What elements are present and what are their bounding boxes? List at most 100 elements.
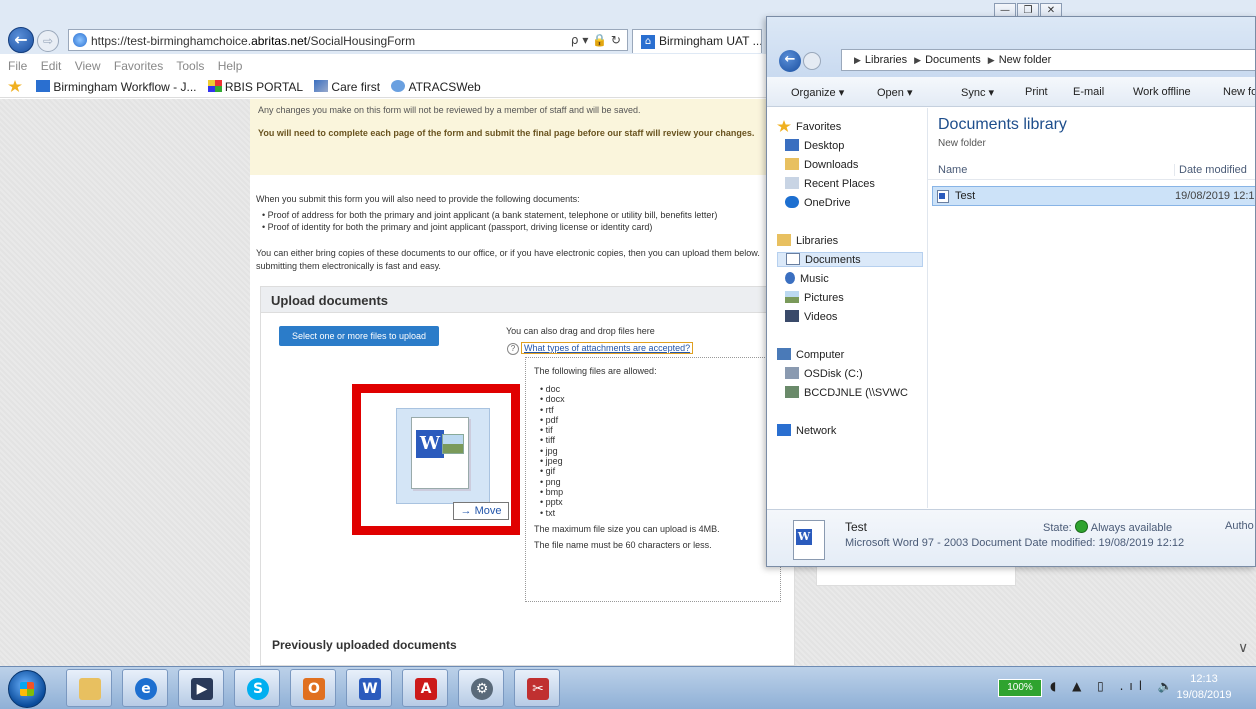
menu-tools[interactable]: Tools: [176, 59, 204, 73]
fav-rbis-portal[interactable]: RBIS PORTAL: [207, 80, 304, 94]
email-button[interactable]: E-mail: [1073, 86, 1104, 98]
sync-menu[interactable]: Sync ▾: [961, 86, 994, 99]
network-drive-icon: [785, 386, 799, 398]
file-types-list: doc docx rtf pdf tif tiff jpg jpeg gif p…: [540, 384, 772, 518]
favorites-star-item[interactable]: [8, 80, 25, 94]
nav-pictures[interactable]: Pictures: [785, 291, 844, 304]
fav-birmingham-workflow[interactable]: Birmingham Workflow - J...: [36, 80, 196, 94]
nav-label: Pictures: [804, 292, 844, 304]
details-file-type: Microsoft Word 97 - 2003 Document Date m…: [845, 537, 1185, 549]
home-icon: ⌂: [641, 35, 655, 49]
back-button[interactable]: ←: [779, 50, 801, 72]
forward-button[interactable]: [803, 52, 821, 70]
taskbar-skype[interactable]: S: [234, 669, 280, 707]
outlook-icon: O: [303, 678, 325, 700]
nav-music[interactable]: Music: [785, 272, 829, 285]
organize-menu[interactable]: Organize ▾: [791, 86, 844, 99]
nav-label: Documents: [805, 254, 861, 266]
taskbar-snipping[interactable]: ✂: [514, 669, 560, 707]
address-bar[interactable]: https://test-birminghamchoice.abritas.ne…: [68, 29, 628, 51]
nav-libraries[interactable]: Libraries: [777, 234, 838, 247]
print-button[interactable]: Print: [1025, 86, 1048, 98]
new-folder-button[interactable]: New fo: [1223, 86, 1255, 98]
explorer-titlebar: ← ▶ Libraries ▶ Documents ▶ New folder: [767, 17, 1255, 77]
drag-ghost[interactable]: W: [396, 408, 490, 504]
clock[interactable]: 12:13 19/08/2019: [1168, 671, 1240, 703]
image-thumbnail: [442, 434, 464, 454]
fav-label: RBIS PORTAL: [224, 80, 304, 94]
taskbar-explorer[interactable]: [66, 669, 112, 707]
nav-downloads[interactable]: Downloads: [785, 158, 858, 171]
menu-help[interactable]: Help: [218, 59, 243, 73]
copies-text: You can either bring copies of these doc…: [256, 248, 760, 271]
allowed-types-box: The following files are allowed: doc doc…: [525, 357, 781, 602]
nav-osdisk[interactable]: OSDisk (C:): [785, 367, 863, 380]
url-prefix: https://test-birminghamchoice.: [91, 34, 252, 48]
open-menu[interactable]: Open ▾: [877, 86, 913, 99]
nav-label: Computer: [796, 349, 845, 361]
breadcrumb-new-folder[interactable]: New folder: [999, 54, 1052, 66]
nav-desktop[interactable]: Desktop: [785, 139, 844, 152]
url-path: /SocialHousingForm: [307, 34, 416, 48]
required-docs-list: Proof of address for both the primary an…: [262, 209, 718, 233]
rbis-icon: [207, 80, 222, 92]
address-tools[interactable]: ρ ▾ 🔒 ↻: [571, 33, 621, 47]
taskbar-outlook[interactable]: O: [290, 669, 336, 707]
file-row-test[interactable]: Test 19/08/2019 12:12: [932, 186, 1255, 206]
tray-icons[interactable]: ◖ ▲ ▯ .ıl 🔈: [1050, 679, 1179, 693]
chevron-right-icon: ▶: [987, 56, 995, 66]
fav-atracsweb[interactable]: ATRACSWeb: [391, 80, 481, 94]
music-icon: [785, 272, 795, 284]
nav-network[interactable]: Network: [777, 424, 836, 437]
list-item: docx: [540, 394, 772, 404]
attachment-types-link[interactable]: What types of attachments are accepted?: [521, 342, 694, 354]
breadcrumb-documents[interactable]: Documents: [925, 54, 981, 66]
list-item: txt: [540, 508, 772, 518]
details-author-label: Autho: [1225, 520, 1254, 532]
taskbar-word[interactable]: W: [346, 669, 392, 707]
computer-icon: [777, 348, 791, 360]
taskbar-acrobat[interactable]: A: [402, 669, 448, 707]
nav-documents[interactable]: Documents: [777, 252, 923, 267]
work-offline-button[interactable]: Work offline: [1133, 86, 1191, 98]
browser-tab[interactable]: ⌂ Birmingham UAT ...: [632, 29, 762, 53]
breadcrumb[interactable]: ▶ Libraries ▶ Documents ▶ New folder: [841, 49, 1255, 71]
help-icon: ?: [507, 343, 519, 355]
menu-file[interactable]: File: [8, 59, 27, 73]
nav-favorites[interactable]: Favorites: [777, 120, 841, 133]
column-date-modified[interactable]: Date modified: [1174, 164, 1247, 176]
battery-indicator[interactable]: 100%: [998, 679, 1042, 697]
home-icon: [36, 80, 51, 92]
menu-edit[interactable]: Edit: [41, 59, 62, 73]
side-panel-edge: [816, 566, 1016, 586]
taskbar-media[interactable]: ▶: [178, 669, 224, 707]
library-title: Documents library: [938, 116, 1067, 133]
scroll-down-icon[interactable]: ∨: [1238, 640, 1248, 656]
nav-computer[interactable]: Computer: [777, 348, 844, 361]
select-files-button[interactable]: Select one or more files to upload: [279, 326, 439, 346]
move-tooltip: → Move: [453, 502, 509, 520]
breadcrumb-libraries[interactable]: Libraries: [865, 54, 907, 66]
fav-care-first[interactable]: Care first: [314, 80, 380, 94]
menu-bar: File Edit View Favorites Tools Help: [0, 56, 770, 76]
menu-favorites[interactable]: Favorites: [114, 59, 163, 73]
address-url[interactable]: https://test-birminghamchoice.abritas.ne…: [91, 34, 415, 48]
start-button[interactable]: [8, 670, 46, 708]
explorer-window: ← ▶ Libraries ▶ Documents ▶ New folder Orga…: [766, 16, 1256, 567]
nav-label: Music: [800, 273, 829, 285]
nav-network-drive[interactable]: BCCDJNLE (\\SVWC: [785, 386, 908, 399]
recent-places-icon: [785, 177, 799, 189]
nav-videos[interactable]: Videos: [785, 310, 837, 323]
column-name[interactable]: Name: [938, 164, 967, 176]
nav-recent-places[interactable]: Recent Places: [785, 177, 875, 190]
taskbar-ie[interactable]: e: [122, 669, 168, 707]
nav-label: Desktop: [804, 140, 845, 152]
star-icon: [777, 120, 791, 132]
back-button[interactable]: ←: [8, 27, 34, 53]
taskbar-settings[interactable]: ⚙: [458, 669, 504, 707]
forward-button[interactable]: ⇨: [37, 30, 59, 52]
notice-box: Any changes you make on this form will n…: [250, 99, 794, 175]
menu-view[interactable]: View: [75, 59, 101, 73]
docs-intro: When you submit this form you will also …: [256, 194, 580, 204]
nav-onedrive[interactable]: OneDrive: [785, 196, 850, 209]
